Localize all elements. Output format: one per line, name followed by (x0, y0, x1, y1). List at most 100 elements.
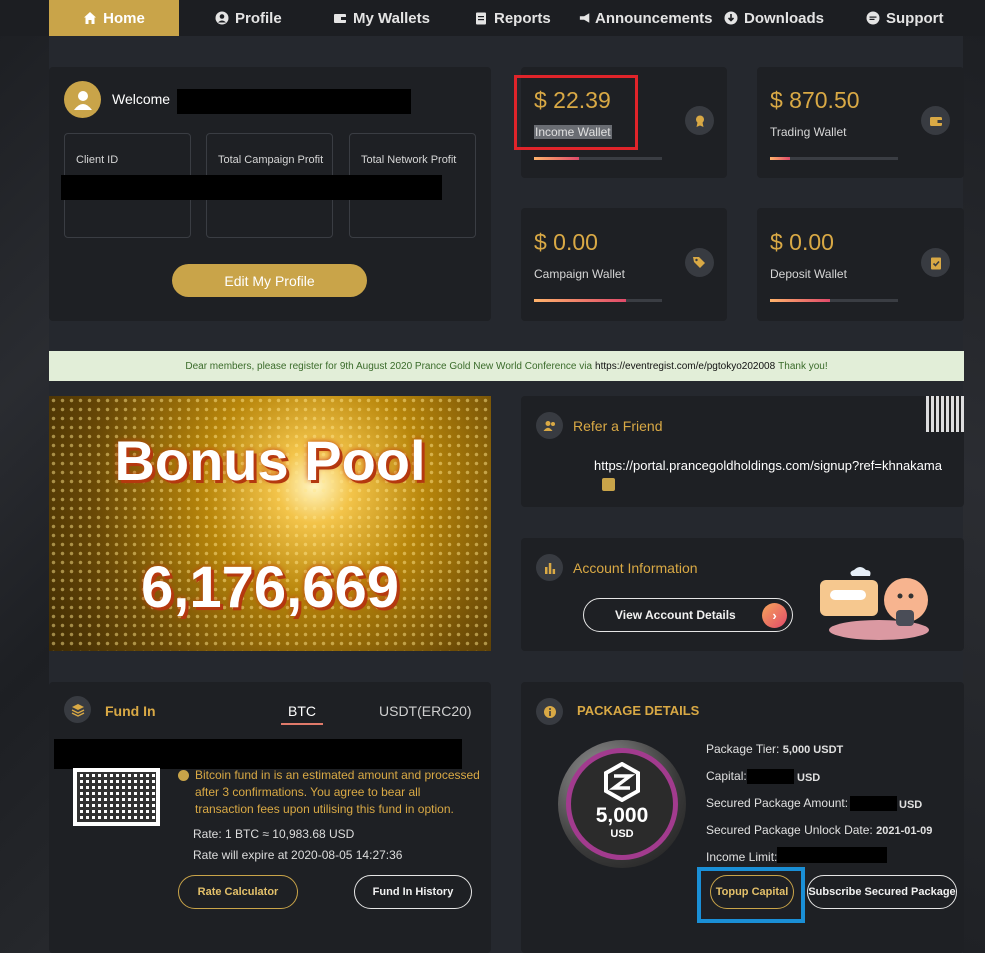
banner-link[interactable]: https://eventregist.com/e/pgtokyo202008 (595, 361, 775, 372)
refer-friend-title: Refer a Friend (573, 418, 663, 434)
capital-row: Capital: (706, 769, 747, 783)
secured-amount-redacted (850, 796, 897, 811)
nav-profile-label: Profile (235, 9, 282, 27)
home-icon (84, 12, 97, 24)
capital-redacted (747, 769, 794, 784)
secured-amount-row: Secured Package Amount: (706, 796, 848, 810)
topup-highlight (697, 867, 805, 923)
users-icon (536, 412, 563, 439)
income-limit-row: Income Limit: (706, 850, 777, 864)
nav-support[interactable]: Support (866, 0, 944, 36)
bonus-pool-title: Bonus Pool (114, 429, 426, 492)
client-id-label: Client ID (76, 154, 119, 166)
nav-profile[interactable]: Profile (215, 0, 282, 36)
clipboard-check-icon (921, 248, 950, 277)
announcement-banner: Dear members, please register for 9th Au… (49, 351, 964, 381)
tab-btc[interactable]: BTC (288, 703, 316, 719)
badge-unit: USD (610, 828, 634, 840)
deposit-wallet-progress (770, 299, 898, 302)
trading-wallet-label: Trading Wallet (770, 125, 847, 139)
nav-downloads-label: Downloads (744, 9, 825, 27)
btc-rate: Rate: 1 BTC ≈ 10,983.68 USD (193, 827, 355, 841)
account-illustration (820, 567, 929, 640)
wallet-address-redacted (54, 739, 462, 769)
chat-icon (866, 11, 880, 25)
nav-announcements[interactable]: Announcements (579, 0, 713, 36)
nav-reports-label: Reports (494, 9, 551, 27)
income-limit-redacted (777, 847, 887, 863)
tags-icon (685, 248, 714, 277)
banner-text-before: Dear members, please register for 9th Au… (185, 360, 593, 372)
nav-my-wallets-label: My Wallets (353, 9, 430, 27)
view-account-details-label: View Account Details (615, 608, 736, 622)
rate-expiry: Rate will expire at 2020-08-05 14:27:36 (193, 848, 403, 862)
subscribe-secured-package-button[interactable]: Subscribe Secured Package (807, 875, 957, 909)
nav-reports[interactable]: Reports (474, 0, 551, 36)
banner-text-after: Thank you! (778, 360, 828, 372)
award-icon (685, 106, 714, 135)
clipboard-icon (476, 12, 486, 25)
background-left (0, 0, 49, 953)
capital-unit-wrap: USD (797, 770, 820, 784)
rate-calculator-button[interactable]: Rate Calculator (178, 875, 298, 909)
fund-in-history-button[interactable]: Fund In History (354, 875, 472, 909)
background-right (963, 0, 985, 953)
layers-icon (64, 696, 91, 723)
user-circle-icon (215, 11, 229, 25)
trading-wallet-amount: $ 870.50 (770, 87, 860, 113)
campaign-profit-label: Total Campaign Profit (218, 154, 324, 166)
btc-qr-code (73, 768, 160, 826)
unlock-date-label: Secured Package Unlock Date: (706, 823, 873, 837)
package-details-title: PACKAGE DETAILS (577, 703, 700, 718)
tab-usdt[interactable]: USDT(ERC20) (379, 703, 472, 719)
income-limit-label: Income Limit: (706, 850, 778, 864)
income-wallet-progress (534, 157, 662, 160)
trading-wallet-progress (770, 157, 898, 160)
fund-in-title: Fund In (105, 703, 156, 719)
capital-unit: USD (797, 772, 821, 784)
nav-home[interactable]: Home (49, 0, 179, 36)
top-nav: Home Profile My Wallets Reports Announce… (0, 0, 985, 36)
edit-profile-button[interactable]: Edit My Profile (172, 264, 367, 297)
income-wallet-progress-fill (534, 157, 579, 160)
download-icon (724, 11, 738, 25)
package-tier-value: 5,000 USDT (782, 744, 844, 756)
unlock-date-value: 2021-01-09 (876, 825, 933, 837)
trading-wallet-progress-fill (770, 157, 791, 160)
bonus-pool-amount: 6,176,669 (140, 555, 400, 620)
nav-home-label: Home (103, 9, 145, 27)
capital-label: Capital: (706, 769, 747, 783)
unlock-date-row: Secured Package Unlock Date: 2021-01-09 (706, 823, 932, 837)
nav-my-wallets[interactable]: My Wallets (333, 0, 430, 36)
user-icon (73, 90, 92, 110)
avatar (64, 81, 101, 118)
wallet-card-icon (921, 106, 950, 135)
welcome-label: Welcome (112, 91, 171, 107)
nav-support-label: Support (886, 9, 944, 27)
refer-friend-card (521, 396, 964, 507)
package-tier-label: Package Tier: (706, 742, 780, 756)
account-info-title: Account Information (573, 560, 698, 576)
nav-downloads[interactable]: Downloads (724, 0, 824, 36)
arrow-right-icon: › (762, 603, 787, 628)
wallet-icon (334, 14, 346, 23)
network-profit-label: Total Network Profit (361, 154, 457, 166)
bar-chart-icon (536, 554, 563, 581)
copy-icon[interactable] (602, 478, 615, 491)
info-icon (536, 698, 563, 725)
secured-amount-label: Secured Package Amount: (706, 796, 849, 810)
package-logo-icon (604, 762, 640, 802)
secured-unit-wrap: USD (899, 797, 922, 811)
username-redacted (177, 89, 411, 114)
info-bullet-icon (178, 770, 189, 781)
campaign-wallet-label: Campaign Wallet (534, 267, 625, 281)
megaphone-icon (579, 13, 590, 23)
referral-url[interactable]: https://portal.prancegoldholdings.com/si… (594, 458, 942, 473)
campaign-wallet-amount: $ 0.00 (534, 229, 598, 255)
view-account-details-button[interactable]: View Account Details › (583, 598, 793, 632)
deposit-wallet-progress-fill (770, 299, 831, 302)
package-tier-row: Package Tier: 5,000 USDT (706, 742, 843, 756)
referral-qr-code (926, 396, 964, 432)
deposit-wallet-amount: $ 0.00 (770, 229, 834, 255)
package-badge: 5,000 USD (558, 740, 686, 868)
